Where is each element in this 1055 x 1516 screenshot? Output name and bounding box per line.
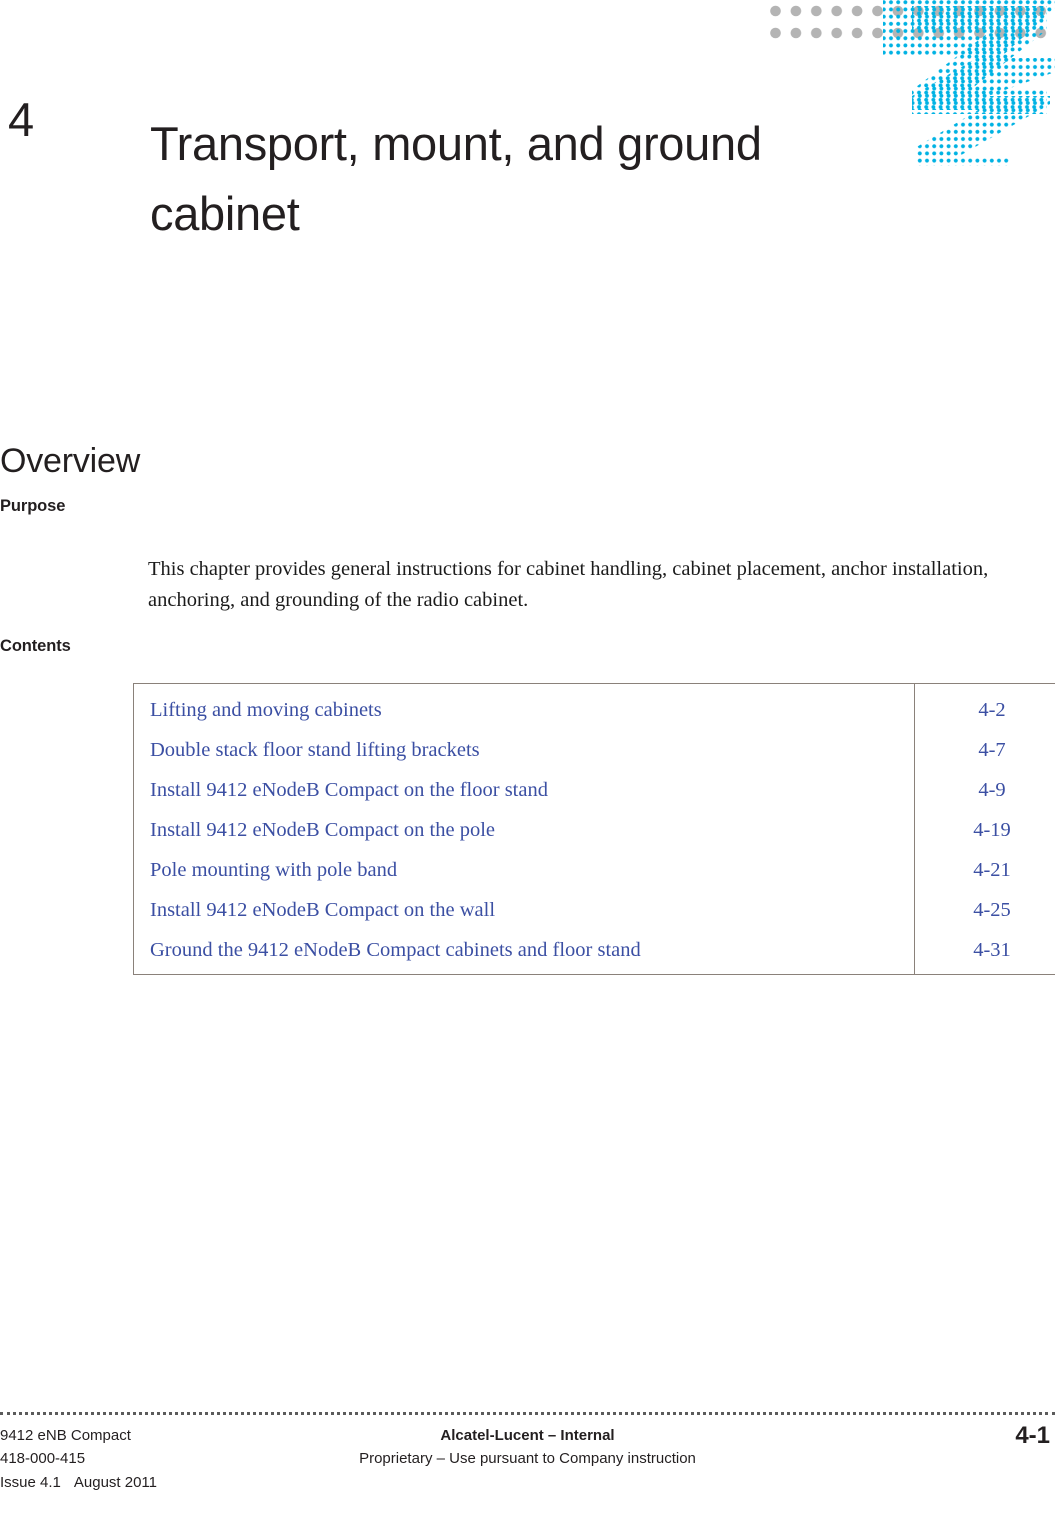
toc-entry-page[interactable]: 4-7 — [914, 730, 1055, 770]
toc-entry-title[interactable]: Pole mounting with pole band — [134, 850, 915, 890]
header-dot-band-svg — [770, 4, 1055, 48]
toc-entry-page[interactable]: 4-25 — [914, 890, 1055, 930]
table-row[interactable]: Install 9412 eNodeB Compact on the wall … — [134, 890, 1055, 930]
contents-label: Contents — [0, 637, 71, 655]
purpose-body-text: This chapter provides general instructio… — [148, 557, 989, 611]
footer-page-number: 4-1 — [1015, 1422, 1050, 1449]
toc-entry-page[interactable]: 4-31 — [914, 930, 1055, 975]
table-row[interactable]: Pole mounting with pole band 4-21 — [134, 850, 1055, 890]
page-title: Transport, mount, and ground cabinet — [150, 117, 762, 241]
page-footer: 9412 eNB Compact 418-000-415 Issue 4.1 Au… — [0, 1404, 1055, 1516]
footer-date: August 2011 — [73, 1473, 157, 1491]
table-row[interactable]: Lifting and moving cabinets 4-2 — [134, 683, 1055, 731]
chapter-number: 4 — [8, 93, 34, 146]
purpose-label: Purpose — [0, 497, 66, 515]
alcatel-lucent-logo-svg — [883, 0, 1055, 166]
toc-entry-page[interactable]: 4-9 — [914, 770, 1055, 810]
table-row[interactable]: Ground the 9412 eNodeB Compact cabinets … — [134, 930, 1055, 975]
contents-table-body: Lifting and moving cabinets 4-2 Double s… — [134, 683, 1055, 975]
table-row[interactable]: Install 9412 eNodeB Compact on the floor… — [134, 770, 1055, 810]
toc-entry-title[interactable]: Double stack floor stand lifting bracket… — [134, 730, 915, 770]
footer-issue: Issue 4.1 — [0, 1473, 61, 1491]
overview-heading: Overview — [0, 442, 141, 481]
chapter-header: 4 Transport, mount, and ground cabinet — [0, 78, 800, 280]
toc-entry-page[interactable]: 4-19 — [914, 810, 1055, 850]
toc-entry-title[interactable]: Install 9412 eNodeB Compact on the floor… — [134, 770, 915, 810]
footer-classification: Alcatel-Lucent – Internal — [440, 1427, 615, 1444]
contents-table: Lifting and moving cabinets 4-2 Double s… — [133, 683, 1055, 975]
alcatel-lucent-dotted-arrow-logo — [860, 0, 1055, 180]
toc-entry-title[interactable]: Lifting and moving cabinets — [134, 684, 915, 731]
footer-divider — [0, 1412, 1055, 1415]
toc-entry-title[interactable]: Install 9412 eNodeB Compact on the wall — [134, 890, 915, 930]
toc-entry-page[interactable]: 4-2 — [914, 683, 1055, 730]
toc-entry-page[interactable]: 4-21 — [914, 850, 1055, 890]
header-dot-band — [770, 0, 1055, 48]
table-row[interactable]: Install 9412 eNodeB Compact on the pole … — [134, 810, 1055, 850]
toc-entry-title[interactable]: Ground the 9412 eNodeB Compact cabinets … — [134, 930, 915, 975]
footer-proprietary-notice: Proprietary – Use pursuant to Company in… — [359, 1450, 696, 1468]
table-row[interactable]: Double stack floor stand lifting bracket… — [134, 730, 1055, 770]
footer-classification-block: Alcatel-Lucent – Internal Proprietary – … — [0, 1424, 1055, 1471]
toc-entry-title[interactable]: Install 9412 eNodeB Compact on the pole — [134, 810, 915, 850]
footer-issue-line: Issue 4.1 August 2011 — [0, 1471, 157, 1494]
